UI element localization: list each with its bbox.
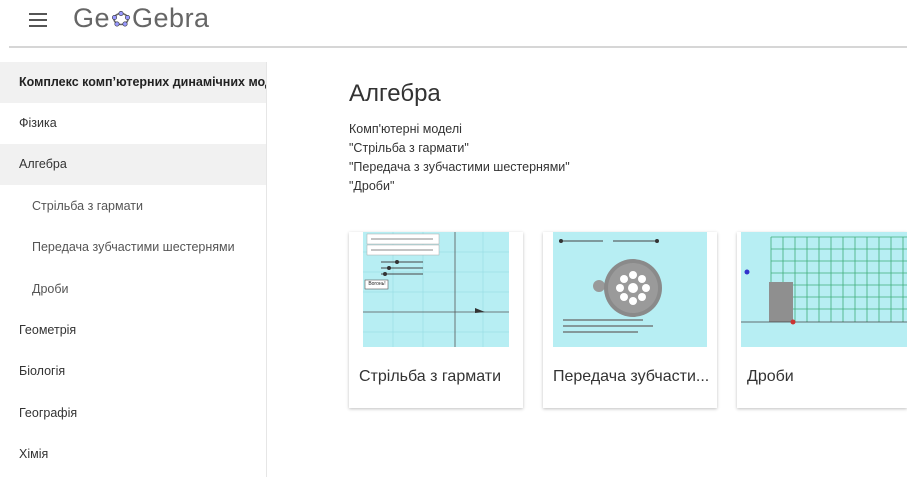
logo-flower-icon bbox=[112, 10, 131, 27]
description-line: "Стрільба з гармати" bbox=[349, 141, 469, 155]
card-title: Передача зубчасти... bbox=[553, 368, 710, 385]
card-thumbnail-cannon: Вогонь! bbox=[363, 232, 509, 347]
sidebar-item-cannon[interactable]: Стрільба з гармати bbox=[0, 186, 266, 227]
logo-text-right: Gebra bbox=[132, 3, 210, 33]
card-title: Дроби bbox=[747, 368, 794, 385]
logo-text-left: Ge bbox=[73, 3, 111, 33]
fire-button-label: Вогонь! bbox=[368, 281, 386, 287]
sidebar-item-physics[interactable]: Фізика bbox=[0, 103, 266, 144]
card-thumbnail-gears bbox=[553, 232, 707, 347]
sidebar-item-geometry[interactable]: Геометрія bbox=[0, 310, 266, 351]
sidebar-item-chemistry[interactable]: Хімія bbox=[0, 434, 266, 475]
fractions-preview-image bbox=[741, 236, 907, 325]
app-header: Ge Gebra bbox=[0, 0, 907, 46]
description-line: "Передача з зубчастими шестернями" bbox=[349, 160, 570, 174]
page-title: Алгебра bbox=[349, 80, 441, 107]
gears-preview-image bbox=[559, 239, 662, 333]
description-line: Комп'ютерні моделі bbox=[349, 122, 462, 136]
sidebar-item-fractions[interactable]: Дроби bbox=[0, 269, 266, 310]
sidebar-item-complex[interactable]: Комплекс комп’ютерних динамічних моделей bbox=[0, 62, 266, 103]
cannon-preview-image bbox=[363, 232, 509, 347]
card-fractions[interactable]: Дроби bbox=[737, 232, 907, 408]
hamburger-icon[interactable] bbox=[29, 12, 47, 28]
card-cannon[interactable]: Вогонь! Стрільба з гармати bbox=[349, 232, 523, 408]
sidebar-item-biology[interactable]: Біологія bbox=[0, 351, 266, 392]
sidebar-item-gears[interactable]: Передача зубчастими шестернями bbox=[0, 227, 266, 268]
sidebar: Комплекс комп’ютерних динамічних моделей… bbox=[0, 62, 267, 477]
geogebra-logo[interactable]: Ge Gebra bbox=[73, 3, 210, 34]
card-title: Стрільба з гармати bbox=[359, 368, 502, 385]
card-gears[interactable]: Передача зубчасти... bbox=[543, 232, 717, 408]
card-thumbnail-fractions bbox=[741, 232, 907, 347]
header-divider bbox=[9, 46, 907, 48]
sidebar-item-geography[interactable]: Географія bbox=[0, 393, 266, 434]
description-line: "Дроби" bbox=[349, 179, 395, 193]
page-description: Комп'ютерні моделі "Стрільба з гармати" … bbox=[349, 120, 570, 196]
sidebar-item-algebra[interactable]: Алгебра bbox=[0, 144, 266, 185]
